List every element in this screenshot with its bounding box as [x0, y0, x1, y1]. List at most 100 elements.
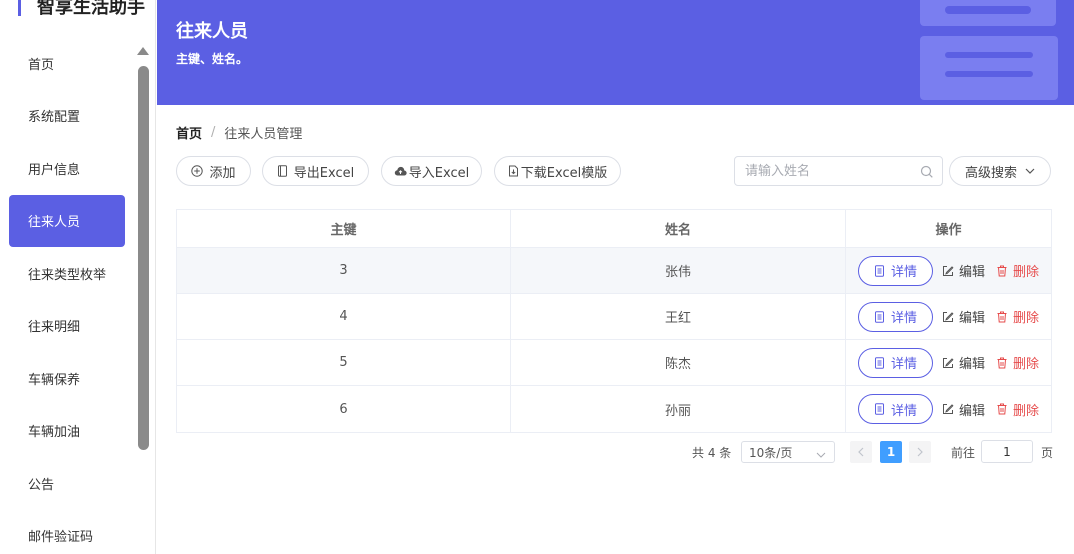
sidebar-item-notice[interactable]: 公告: [9, 457, 125, 510]
breadcrumb-home[interactable]: 首页: [176, 123, 202, 142]
document-icon: [874, 403, 885, 415]
sidebar-item-label: 系统配置: [28, 110, 81, 126]
column-header-id: 主键: [177, 210, 511, 247]
sidebar-item-contact-types[interactable]: 往来类型枚举: [9, 247, 125, 300]
app-root: 智享生活助手 首页 系统配置 用户信息 往来人员 往来类型枚举 往来明细 车辆保…: [0, 0, 1074, 554]
advanced-search-label: 高级搜索: [964, 165, 1017, 181]
trash-icon: [996, 403, 1008, 415]
prev-page-button[interactable]: [850, 441, 872, 463]
brand-title: 智享生活助手: [37, 0, 145, 18]
export-excel-label: 导出Excel: [293, 165, 355, 181]
page-subtitle: 主键、姓名。: [176, 52, 249, 66]
detail-button[interactable]: 详情: [858, 301, 933, 332]
sidebar-item-label: 往来明细: [28, 320, 81, 336]
search-icon[interactable]: [920, 164, 934, 183]
breadcrumb-current: 往来人员管理: [224, 127, 303, 142]
goto-label: 前往: [951, 446, 976, 460]
import-excel-label: 导入Excel: [408, 165, 470, 181]
edit-icon: [942, 403, 954, 415]
cell-id: 3: [177, 248, 511, 293]
delete-button[interactable]: 删除: [996, 261, 1039, 280]
chevron-right-icon: [917, 447, 923, 457]
sidebar-item-label: 往来人员: [28, 215, 81, 231]
advanced-search-button[interactable]: 高级搜索: [949, 156, 1051, 186]
cloud-upload-icon: [394, 166, 407, 177]
cell-name: 陈杰: [511, 340, 846, 385]
sidebar-item-label: 首页: [28, 57, 55, 73]
export-excel-button[interactable]: 导出Excel: [262, 156, 369, 186]
page-banner: 往来人员 主键、姓名。: [157, 0, 1074, 105]
cell-id: 5: [177, 340, 511, 385]
goto-page-box: [981, 440, 1033, 463]
sidebar-menu: 首页 系统配置 用户信息 往来人员 往来类型枚举 往来明细 车辆保养 车辆加油 …: [9, 37, 125, 554]
sidebar-item-label: 邮件验证码: [28, 530, 94, 546]
sidebar-item-label: 车辆加油: [28, 425, 81, 441]
chevron-down-icon: [816, 447, 826, 461]
delete-button[interactable]: 删除: [996, 353, 1039, 372]
search-input[interactable]: [735, 157, 910, 185]
sidebar-item-contacts[interactable]: 往来人员: [9, 194, 125, 247]
sidebar-item-label: 用户信息: [28, 162, 81, 178]
delete-label: 删除: [1013, 311, 1040, 326]
pagination-total: 共 4 条: [692, 446, 732, 460]
edit-label: 编辑: [959, 357, 986, 372]
add-button-label: 添加: [209, 165, 236, 181]
edit-button[interactable]: 编辑: [942, 353, 985, 372]
contacts-table: 主键 姓名 操作 3 张伟 详情 编辑 删除 4 王红 详情 编辑 删除 5 陈…: [176, 209, 1052, 433]
edit-icon: [942, 265, 954, 277]
sidebar-item-system-config[interactable]: 系统配置: [9, 90, 125, 143]
edit-button[interactable]: 编辑: [942, 307, 985, 326]
cell-actions: 详情 编辑 删除: [846, 386, 1051, 432]
sidebar-item-user-info[interactable]: 用户信息: [9, 142, 125, 195]
scroll-up-arrow-icon[interactable]: [137, 47, 149, 55]
folder-illustration-icon: [920, 0, 1058, 100]
table-header: 主键 姓名 操作: [177, 210, 1051, 248]
cell-actions: 详情 编辑 删除: [846, 294, 1051, 339]
detail-button[interactable]: 详情: [858, 394, 933, 424]
cell-actions: 详情 编辑 删除: [846, 248, 1051, 293]
sidebar-item-label: 车辆保养: [28, 372, 81, 388]
brand: 智享生活助手: [18, 0, 145, 18]
download-template-label: 下载Excel模版: [520, 165, 608, 181]
cell-id: 6: [177, 386, 511, 432]
table-row: 6 孙丽 详情 编辑 删除: [177, 386, 1051, 432]
table-row: 5 陈杰 详情 编辑 删除: [177, 340, 1051, 386]
goto-page-input[interactable]: [982, 441, 1032, 463]
detail-button[interactable]: 详情: [858, 347, 933, 378]
download-template-button[interactable]: 下载Excel模版: [494, 156, 621, 186]
sidebar-item-vehicle-fuel[interactable]: 车辆加油: [9, 405, 125, 458]
add-button[interactable]: 添加: [176, 156, 251, 186]
delete-button[interactable]: 删除: [996, 400, 1039, 419]
chevron-left-icon: [858, 447, 864, 457]
next-page-button[interactable]: [909, 441, 931, 463]
edit-button[interactable]: 编辑: [942, 261, 985, 280]
sidebar-item-email-code[interactable]: 邮件验证码: [9, 510, 125, 554]
breadcrumb-separator: /: [211, 125, 216, 140]
delete-button[interactable]: 删除: [996, 307, 1039, 326]
delete-label: 删除: [1013, 265, 1040, 280]
edit-label: 编辑: [959, 311, 986, 326]
search-box: [734, 156, 943, 186]
sidebar-scrollbar[interactable]: [138, 66, 149, 450]
delete-label: 删除: [1013, 403, 1040, 419]
column-header-name: 姓名: [511, 210, 846, 247]
page-number-current[interactable]: 1: [880, 441, 902, 463]
detail-button[interactable]: 详情: [858, 255, 933, 286]
plus-circle-icon: [191, 165, 204, 177]
sidebar-item-vehicle-maintenance[interactable]: 车辆保养: [9, 352, 125, 405]
page-title: 往来人员: [176, 21, 248, 42]
sidebar-item-home[interactable]: 首页: [9, 37, 125, 90]
file-download-icon: [508, 165, 519, 177]
edit-icon: [942, 311, 954, 323]
sidebar-item-contact-details[interactable]: 往来明细: [9, 300, 125, 353]
sidebar-item-label: 往来类型枚举: [28, 267, 107, 283]
trash-icon: [996, 357, 1008, 369]
cell-id: 4: [177, 294, 511, 339]
column-header-actions: 操作: [935, 223, 962, 238]
edit-button[interactable]: 编辑: [942, 400, 985, 419]
chevron-down-icon: [1025, 168, 1035, 174]
sidebar: 智享生活助手 首页 系统配置 用户信息 往来人员 往来类型枚举 往来明细 车辆保…: [0, 0, 156, 554]
import-excel-button[interactable]: 导入Excel: [381, 156, 482, 186]
detail-label: 详情: [890, 311, 917, 326]
page-size-select[interactable]: 10条/页: [741, 441, 835, 463]
